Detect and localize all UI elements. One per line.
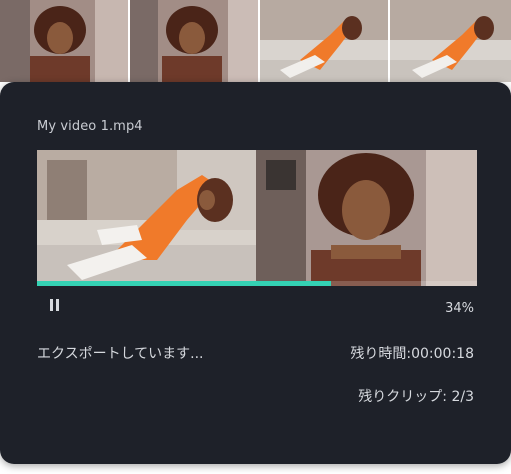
thumbnail-portrait-1 [0,0,128,82]
thumbnail-pose-1 [260,0,388,82]
pause-button[interactable] [44,295,66,317]
remaining-clips: 残りクリップ: 2/3 [358,389,474,405]
export-dialog: My video 1.mp4 34% エクスポートしています... 残り時間:0… [0,82,511,464]
preview-clip-current [256,150,477,286]
export-status-text: エクスポートしています... [37,346,204,362]
remaining-time: 残り時間:00:00:18 [350,346,474,362]
pause-icon-bar [56,299,59,311]
pause-icon [50,299,53,311]
clip-progress-track-1 [37,281,258,286]
timeline-thumbnails [0,0,511,82]
progress-percent: 34% [445,301,474,316]
export-screen: My video 1.mp4 34% エクスポートしています... 残り時間:0… [0,0,511,474]
clip-progress-fill-1 [37,281,258,286]
preview-clip-completed [37,150,258,286]
thumbnail-pose-2 [390,0,511,82]
thumbnail-portrait-2 [130,0,258,82]
file-name: My video 1.mp4 [37,119,143,134]
clip-progress-fill-2 [256,281,332,286]
clip-progress-track-2 [256,281,477,286]
